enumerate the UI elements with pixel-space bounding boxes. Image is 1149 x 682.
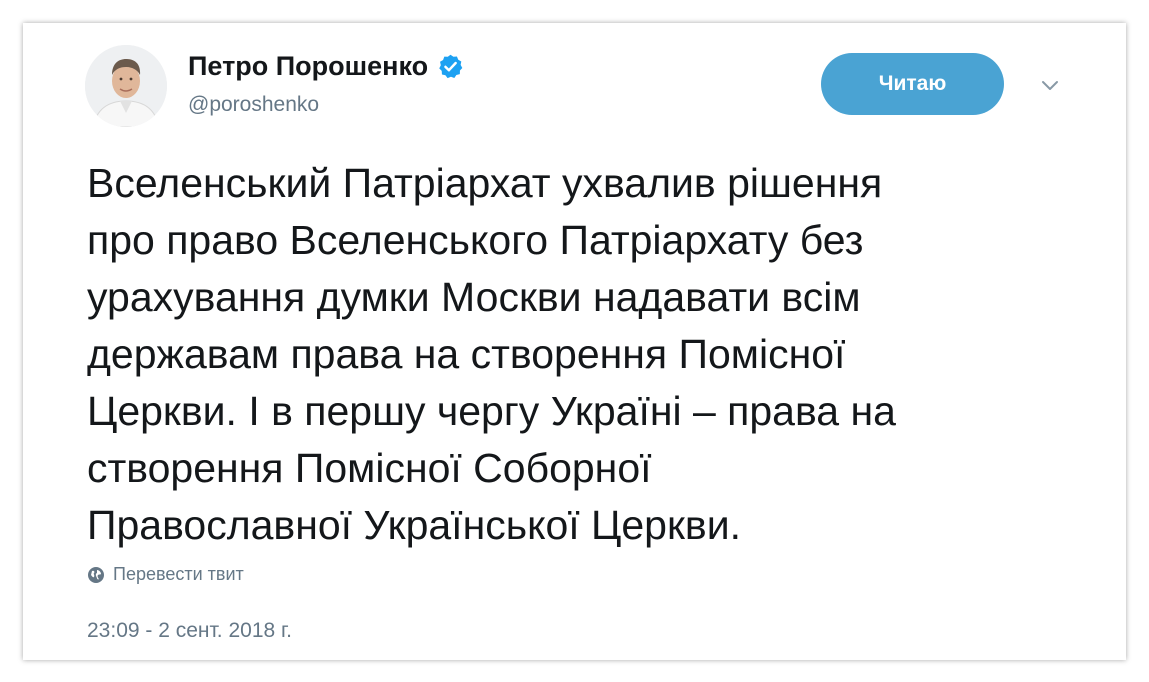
author-name-row[interactable]: Петро Порошенко (188, 50, 464, 82)
tweet-card: Петро Порошенко @poroshenko Читаю Вселен… (23, 23, 1126, 660)
avatar[interactable] (85, 45, 167, 127)
tweet-timestamp[interactable]: 23:09 - 2 сент. 2018 г. (87, 619, 292, 643)
author-handle[interactable]: @poroshenko (188, 92, 319, 118)
translate-tweet-link[interactable]: Перевести твит (87, 564, 244, 585)
profile-photo (85, 45, 167, 127)
verified-badge-icon (437, 53, 464, 80)
chevron-down-icon[interactable] (1038, 75, 1062, 95)
tweet-text: Вселенський Патріархат ухвалив рішення п… (87, 160, 896, 548)
author-display-name[interactable]: Петро Порошенко (188, 50, 428, 82)
translate-label: Перевести твит (113, 564, 244, 584)
follow-button[interactable]: Читаю (821, 53, 1004, 115)
globe-icon (87, 566, 105, 584)
